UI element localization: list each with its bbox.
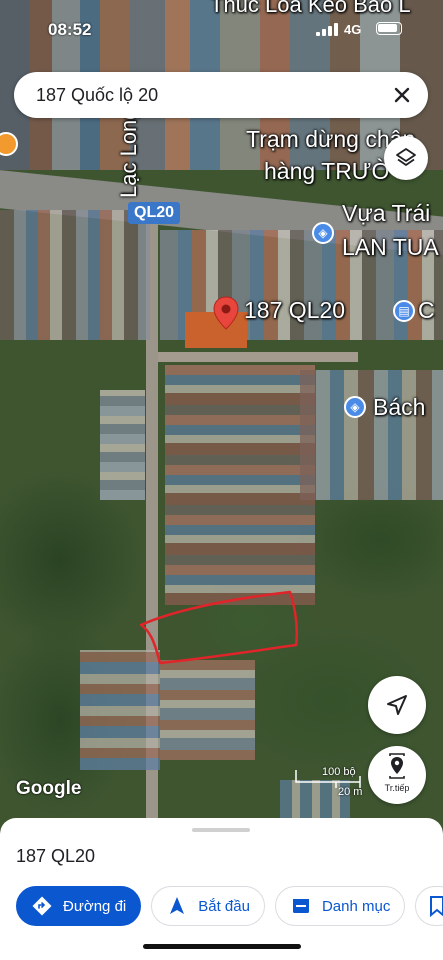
layers-button[interactable] <box>384 136 428 180</box>
status-time: 08:52 <box>48 20 92 39</box>
shopping-bag-icon[interactable]: ◈ <box>312 222 334 244</box>
bookmark-icon <box>426 895 443 917</box>
directions-icon <box>31 895 53 917</box>
place-title: 187 QL20 <box>16 846 96 866</box>
network-type: 4G <box>344 22 362 37</box>
next-button[interactable]: Tr.tiếp <box>368 746 426 804</box>
route-shield-ql20: QL20 <box>128 202 181 224</box>
close-icon[interactable] <box>388 81 416 109</box>
directions-button[interactable]: Đường đi <box>16 886 142 926</box>
poi-label-bach[interactable]: Bách <box>373 394 425 421</box>
navigation-arrow-icon <box>387 695 407 715</box>
start-button[interactable]: Bắt đầu <box>151 886 265 926</box>
side-road-horizontal <box>158 352 358 362</box>
building-cluster <box>100 390 145 500</box>
bookmark-button[interactable] <box>415 886 443 926</box>
poi-label-c[interactable]: C <box>418 297 435 324</box>
search-query[interactable]: 187 Quốc lộ 20 <box>36 85 158 106</box>
signal-icon <box>316 23 338 36</box>
scale-imperial: 100 bộ <box>322 766 356 778</box>
building-cluster <box>300 370 443 500</box>
save-list-label: Danh mục <box>321 897 391 915</box>
poi-label-fruit-shop-line2[interactable]: LAN TUA <box>342 234 439 261</box>
selected-place-label[interactable]: 187 QL20 <box>244 297 345 324</box>
poi-label-rest-stop-line2[interactable]: hàng TRƯỜ <box>264 158 391 185</box>
start-label: Bắt đầu <box>198 897 250 915</box>
poi-label-fruit-shop[interactable]: Vựa Trái <box>342 200 430 227</box>
building-cluster <box>80 650 160 770</box>
next-button-label: Tr.tiếp <box>384 783 410 793</box>
status-bar: 08:52 4G <box>0 0 443 54</box>
map-scale: 100 bộ 20 m <box>294 766 366 802</box>
layers-icon <box>396 148 416 166</box>
location-search-icon <box>389 753 405 779</box>
location-pin-icon[interactable] <box>213 296 239 330</box>
home-indicator[interactable] <box>143 944 301 949</box>
shopping-bag-icon[interactable]: ◈ <box>344 396 366 418</box>
battery-icon <box>376 22 402 35</box>
my-location-button[interactable] <box>368 676 426 734</box>
google-attribution: Google <box>16 778 82 799</box>
directions-label: Đường đi <box>63 897 127 915</box>
save-list-icon <box>290 895 312 917</box>
save-list-button[interactable]: Danh mục <box>274 886 406 926</box>
scale-metric: 20 m <box>338 786 363 798</box>
building-cluster <box>0 210 150 340</box>
sheet-drag-handle[interactable] <box>192 828 250 832</box>
navigation-arrow-icon <box>166 895 188 917</box>
building-cluster <box>160 660 255 760</box>
place-bottom-sheet[interactable]: 187 QL20 Đường đi Bắt đầu Danh mục <box>0 818 443 960</box>
search-bar[interactable]: 187 Quốc lộ 20 <box>14 72 428 118</box>
shopping-cart-icon[interactable]: ▤ <box>393 300 415 322</box>
action-chips: Đường đi Bắt đầu Danh mục <box>16 886 443 926</box>
building-cluster <box>165 365 315 605</box>
